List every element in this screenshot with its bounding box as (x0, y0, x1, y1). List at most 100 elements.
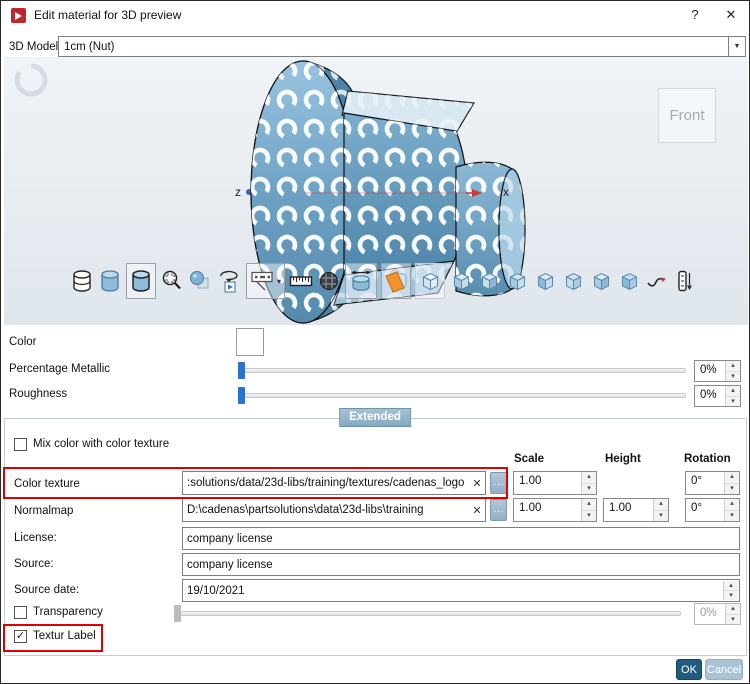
clear-icon[interactable]: ✕ (469, 504, 485, 517)
animation-icon[interactable] (673, 265, 697, 297)
spin-buttons: ▴ ▾ (725, 604, 740, 624)
color-texture-input[interactable] (183, 477, 469, 489)
source-date-spin-buttons[interactable]: ▴ ▾ (723, 581, 738, 600)
view-cube-5-icon[interactable] (561, 265, 585, 297)
spin-up-icon[interactable]: ▴ (582, 499, 596, 511)
cylinder-outlined-icon[interactable] (129, 265, 153, 297)
rotate-view-icon[interactable] (216, 265, 242, 297)
color-texture-scale-spinbox[interactable]: 1.00 ▴ ▾ (513, 471, 597, 495)
spin-buttons[interactable]: ▴ ▾ (724, 499, 739, 521)
normalmap-rotation-spinbox[interactable]: 0° ▴ ▾ (685, 498, 740, 522)
ruler-icon[interactable] (289, 265, 313, 297)
clear-icon[interactable]: ✕ (469, 477, 485, 490)
source-date-input[interactable] (183, 584, 739, 597)
normalmap-label: Normalmap (14, 505, 74, 517)
rotation-header: Rotation (684, 453, 731, 465)
metallic-spinbox[interactable]: 0% ▴ ▾ (694, 360, 741, 382)
source-input[interactable] (183, 558, 739, 571)
section-plane-icon[interactable] (384, 265, 408, 297)
source-field[interactable] (182, 553, 740, 576)
normalmap-rotation-value: 0° (691, 502, 702, 514)
spin-up-icon: ▴ (726, 604, 740, 615)
view-cube-front-frame (415, 263, 446, 299)
chevron-down-icon[interactable]: ▼ (728, 37, 745, 56)
color-texture-rotation-spinbox[interactable]: 0° ▴ ▾ (685, 471, 740, 495)
cylinder-measure-frame (345, 263, 378, 299)
normalmap-input[interactable] (183, 504, 469, 516)
view-cube-4-icon[interactable] (533, 265, 557, 297)
spin-down-icon[interactable]: ▾ (726, 371, 740, 381)
spin-down-icon[interactable]: ▾ (654, 510, 668, 521)
transparency-checkbox[interactable] (14, 606, 27, 619)
ok-button[interactable]: OK (676, 659, 702, 680)
cylinder-measure-icon[interactable] (348, 265, 374, 297)
app-icon (11, 7, 26, 23)
normalmap-scale-spinbox[interactable]: 1.00 ▴ ▾ (513, 498, 597, 522)
roughness-spinbox[interactable]: 0% ▴ ▾ (694, 385, 741, 407)
source-date-label: Source date: (14, 584, 80, 596)
view-cube-7-icon[interactable] (617, 265, 641, 297)
spin-down-icon[interactable]: ▾ (725, 483, 739, 494)
overlap-geometry-icon[interactable] (188, 265, 212, 297)
color-texture-browse-button[interactable]: … (490, 472, 507, 494)
dimension-dropdown-caret-icon[interactable]: ▾ (276, 277, 282, 286)
normalmap-field[interactable]: ✕ (182, 498, 486, 522)
spin-down-icon[interactable]: ▾ (726, 396, 740, 406)
view-cube-1-icon[interactable] (449, 265, 473, 297)
roughness-slider-track[interactable] (238, 393, 686, 398)
spin-down-icon[interactable]: ▾ (582, 483, 596, 494)
license-field[interactable] (182, 527, 740, 550)
spin-up-icon[interactable]: ▴ (654, 499, 668, 511)
extended-tab[interactable]: Extended (339, 408, 411, 427)
cylinder-outlined-frame (126, 263, 156, 299)
spin-up-icon[interactable]: ▴ (725, 472, 739, 484)
spin-up-icon[interactable]: ▴ (726, 361, 740, 372)
view-cube-6-icon[interactable] (589, 265, 613, 297)
spin-buttons[interactable]: ▴ ▾ (653, 499, 668, 521)
license-label: License: (14, 532, 57, 544)
spin-up-icon[interactable]: ▴ (582, 472, 596, 484)
spin-up-icon[interactable]: ▴ (724, 581, 738, 591)
mesh-icon[interactable] (317, 265, 341, 297)
spin-buttons[interactable]: ▴ ▾ (581, 499, 596, 521)
metallic-slider-handle[interactable] (238, 362, 245, 379)
normalmap-height-spinbox[interactable]: 1.00 ▴ ▾ (603, 498, 669, 522)
metallic-spin-buttons[interactable]: ▴ ▾ (725, 361, 740, 381)
metallic-slider-track[interactable] (238, 368, 686, 373)
view-cube-3-icon[interactable] (505, 265, 529, 297)
cancel-button[interactable]: Cancel (705, 659, 743, 680)
help-button[interactable]: ? (684, 5, 706, 25)
spin-buttons[interactable]: ▴ ▾ (724, 472, 739, 494)
view-cube-2-icon[interactable] (477, 265, 501, 297)
preview-3d-viewport[interactable]: z x Front ▾ (4, 57, 748, 325)
spin-down-icon[interactable]: ▾ (582, 510, 596, 521)
spin-down-icon[interactable]: ▾ (725, 510, 739, 521)
dimension-dropdown-frame: ▾ (246, 263, 286, 299)
textur-label-checkbox[interactable]: ✓ (14, 630, 27, 643)
spin-up-icon[interactable]: ▴ (725, 499, 739, 511)
cylinder-wireframe-icon[interactable] (70, 265, 94, 297)
view-cube-front-icon[interactable] (418, 265, 442, 297)
viewport-toolbar: ▾ (70, 263, 697, 299)
source-date-field[interactable]: ▴▾ (182, 579, 740, 602)
close-button[interactable]: ✕ (720, 5, 742, 25)
axis-z-label: z (235, 185, 241, 199)
spin-down-icon[interactable]: ▾ (724, 591, 738, 600)
license-input[interactable] (183, 532, 739, 545)
zoom-fit-icon[interactable] (160, 265, 184, 297)
roughness-value: 0% (700, 389, 717, 401)
color-texture-field[interactable]: ✕ (182, 471, 486, 495)
color-swatch[interactable] (236, 328, 264, 356)
normalmap-browse-button[interactable]: … (490, 499, 507, 521)
height-header: Height (605, 453, 641, 465)
spline-measure-icon[interactable] (645, 265, 669, 297)
spin-up-icon[interactable]: ▴ (726, 386, 740, 397)
mix-color-checkbox[interactable] (14, 438, 27, 451)
spin-buttons[interactable]: ▴ ▾ (581, 472, 596, 494)
model-selector-combobox[interactable]: 1cm (Nut) ▼ (58, 36, 746, 57)
dimension-icon[interactable] (249, 265, 275, 297)
model-selector-label: 3D Model (9, 41, 59, 53)
roughness-slider-handle[interactable] (238, 387, 245, 404)
roughness-spin-buttons[interactable]: ▴ ▾ (725, 386, 740, 406)
cylinder-shaded-icon[interactable] (98, 265, 122, 297)
